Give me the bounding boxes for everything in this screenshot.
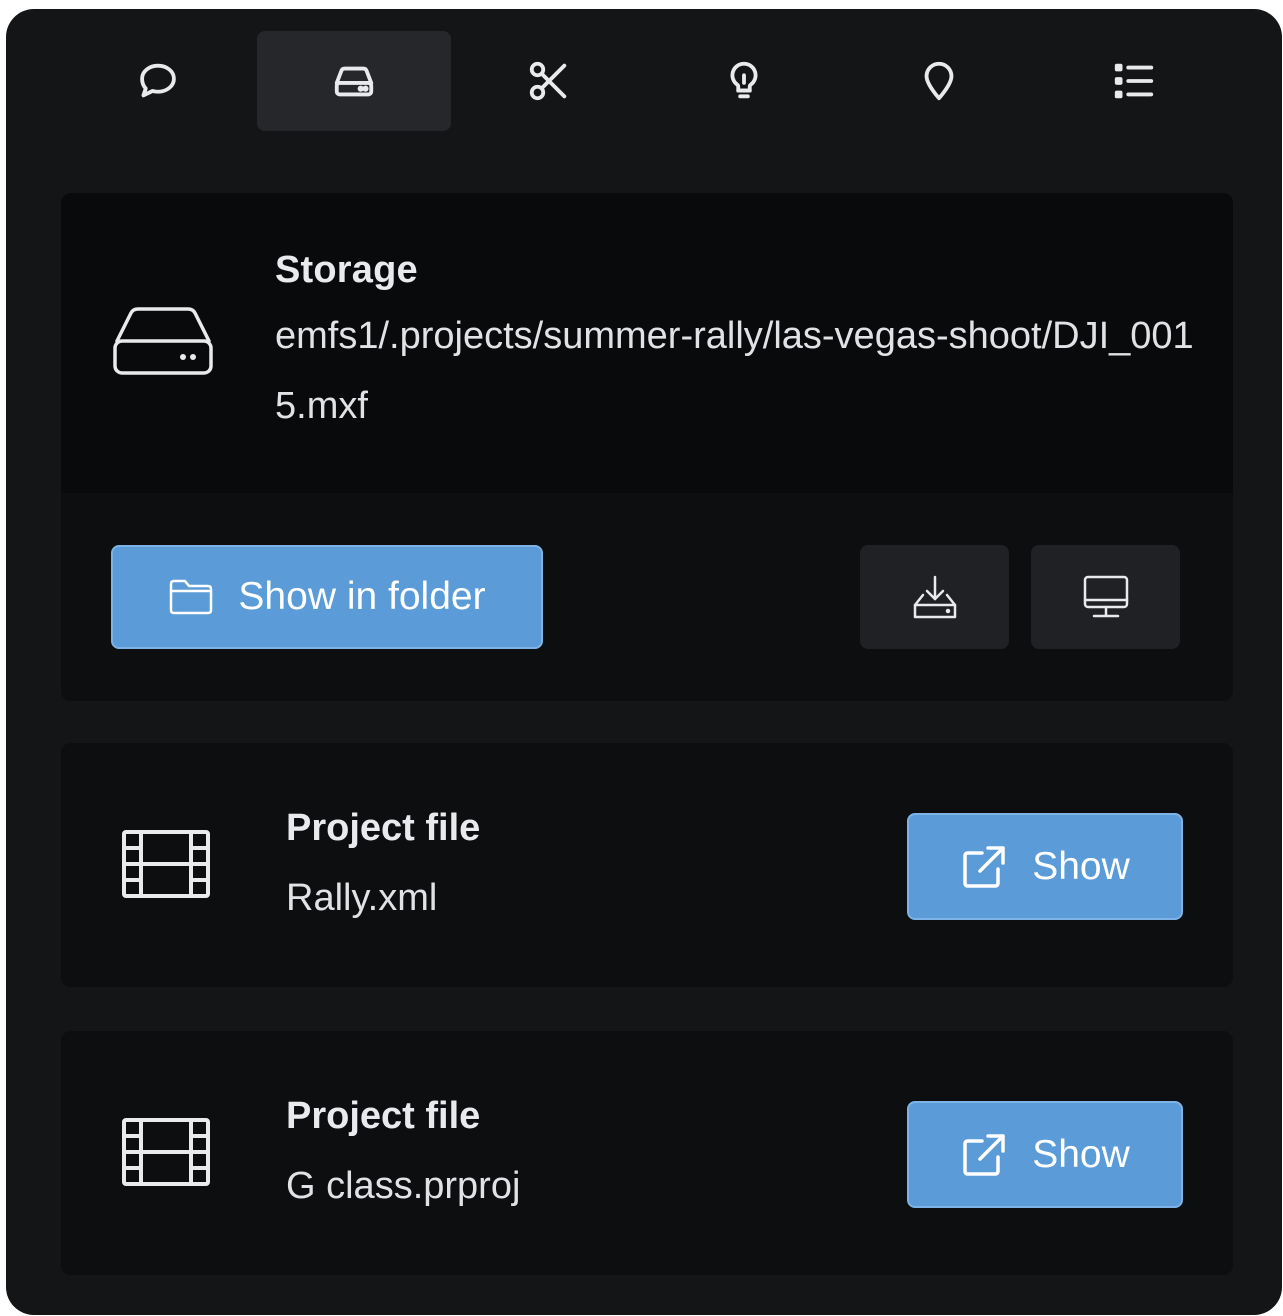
hard-drive-icon <box>111 305 215 377</box>
lightbulb-icon <box>730 61 758 99</box>
tab-storage[interactable] <box>257 31 451 131</box>
storage-title: Storage <box>275 249 418 291</box>
speech-bubble-icon <box>140 63 176 98</box>
monitor-icon <box>1083 575 1128 618</box>
project-file-card: Project file Rally.xml Show <box>61 743 1233 987</box>
download-tray-icon <box>913 575 956 619</box>
project-file-card: Project file G class.prproj Show <box>61 1031 1233 1275</box>
show-project-button[interactable]: Show <box>907 1101 1183 1208</box>
project-file-name: G class.prproj <box>286 1165 521 1207</box>
external-link-icon <box>963 1133 1005 1176</box>
tab-location[interactable] <box>842 31 1036 131</box>
open-on-desktop-button[interactable] <box>1031 545 1180 649</box>
hard-drive-icon <box>334 66 374 97</box>
project-file-name: Rally.xml <box>286 877 438 919</box>
show-project-button[interactable]: Show <box>907 813 1183 920</box>
tab-edit[interactable] <box>452 31 646 131</box>
external-link-icon <box>963 845 1005 888</box>
show-in-folder-label: Show in folder <box>238 575 486 618</box>
show-label: Show <box>1032 844 1130 888</box>
project-file-title: Project file <box>286 807 481 849</box>
storage-card: Storage emfs1/.projects/summer-rally/las… <box>61 193 1233 701</box>
storage-path: emfs1/.projects/summer-rally/las-vegas-s… <box>275 315 1194 427</box>
show-in-folder-button[interactable]: Show in folder <box>111 545 543 649</box>
tab-list[interactable] <box>1037 31 1231 131</box>
storage-info: Storage emfs1/.projects/summer-rally/las… <box>61 193 1233 493</box>
tab-ideas[interactable] <box>647 31 841 131</box>
download-button[interactable] <box>860 545 1009 649</box>
details-panel: Storage emfs1/.projects/summer-rally/las… <box>6 9 1282 1315</box>
scissors-icon <box>529 61 567 101</box>
map-pin-icon <box>924 61 954 101</box>
show-label: Show <box>1032 1132 1130 1176</box>
film-icon <box>121 829 211 899</box>
tab-comments[interactable] <box>61 31 255 131</box>
film-icon <box>121 1117 211 1187</box>
tab-bar <box>6 31 1282 131</box>
folder-icon <box>170 579 213 615</box>
project-file-title: Project file <box>286 1095 481 1137</box>
list-icon <box>1114 63 1154 99</box>
